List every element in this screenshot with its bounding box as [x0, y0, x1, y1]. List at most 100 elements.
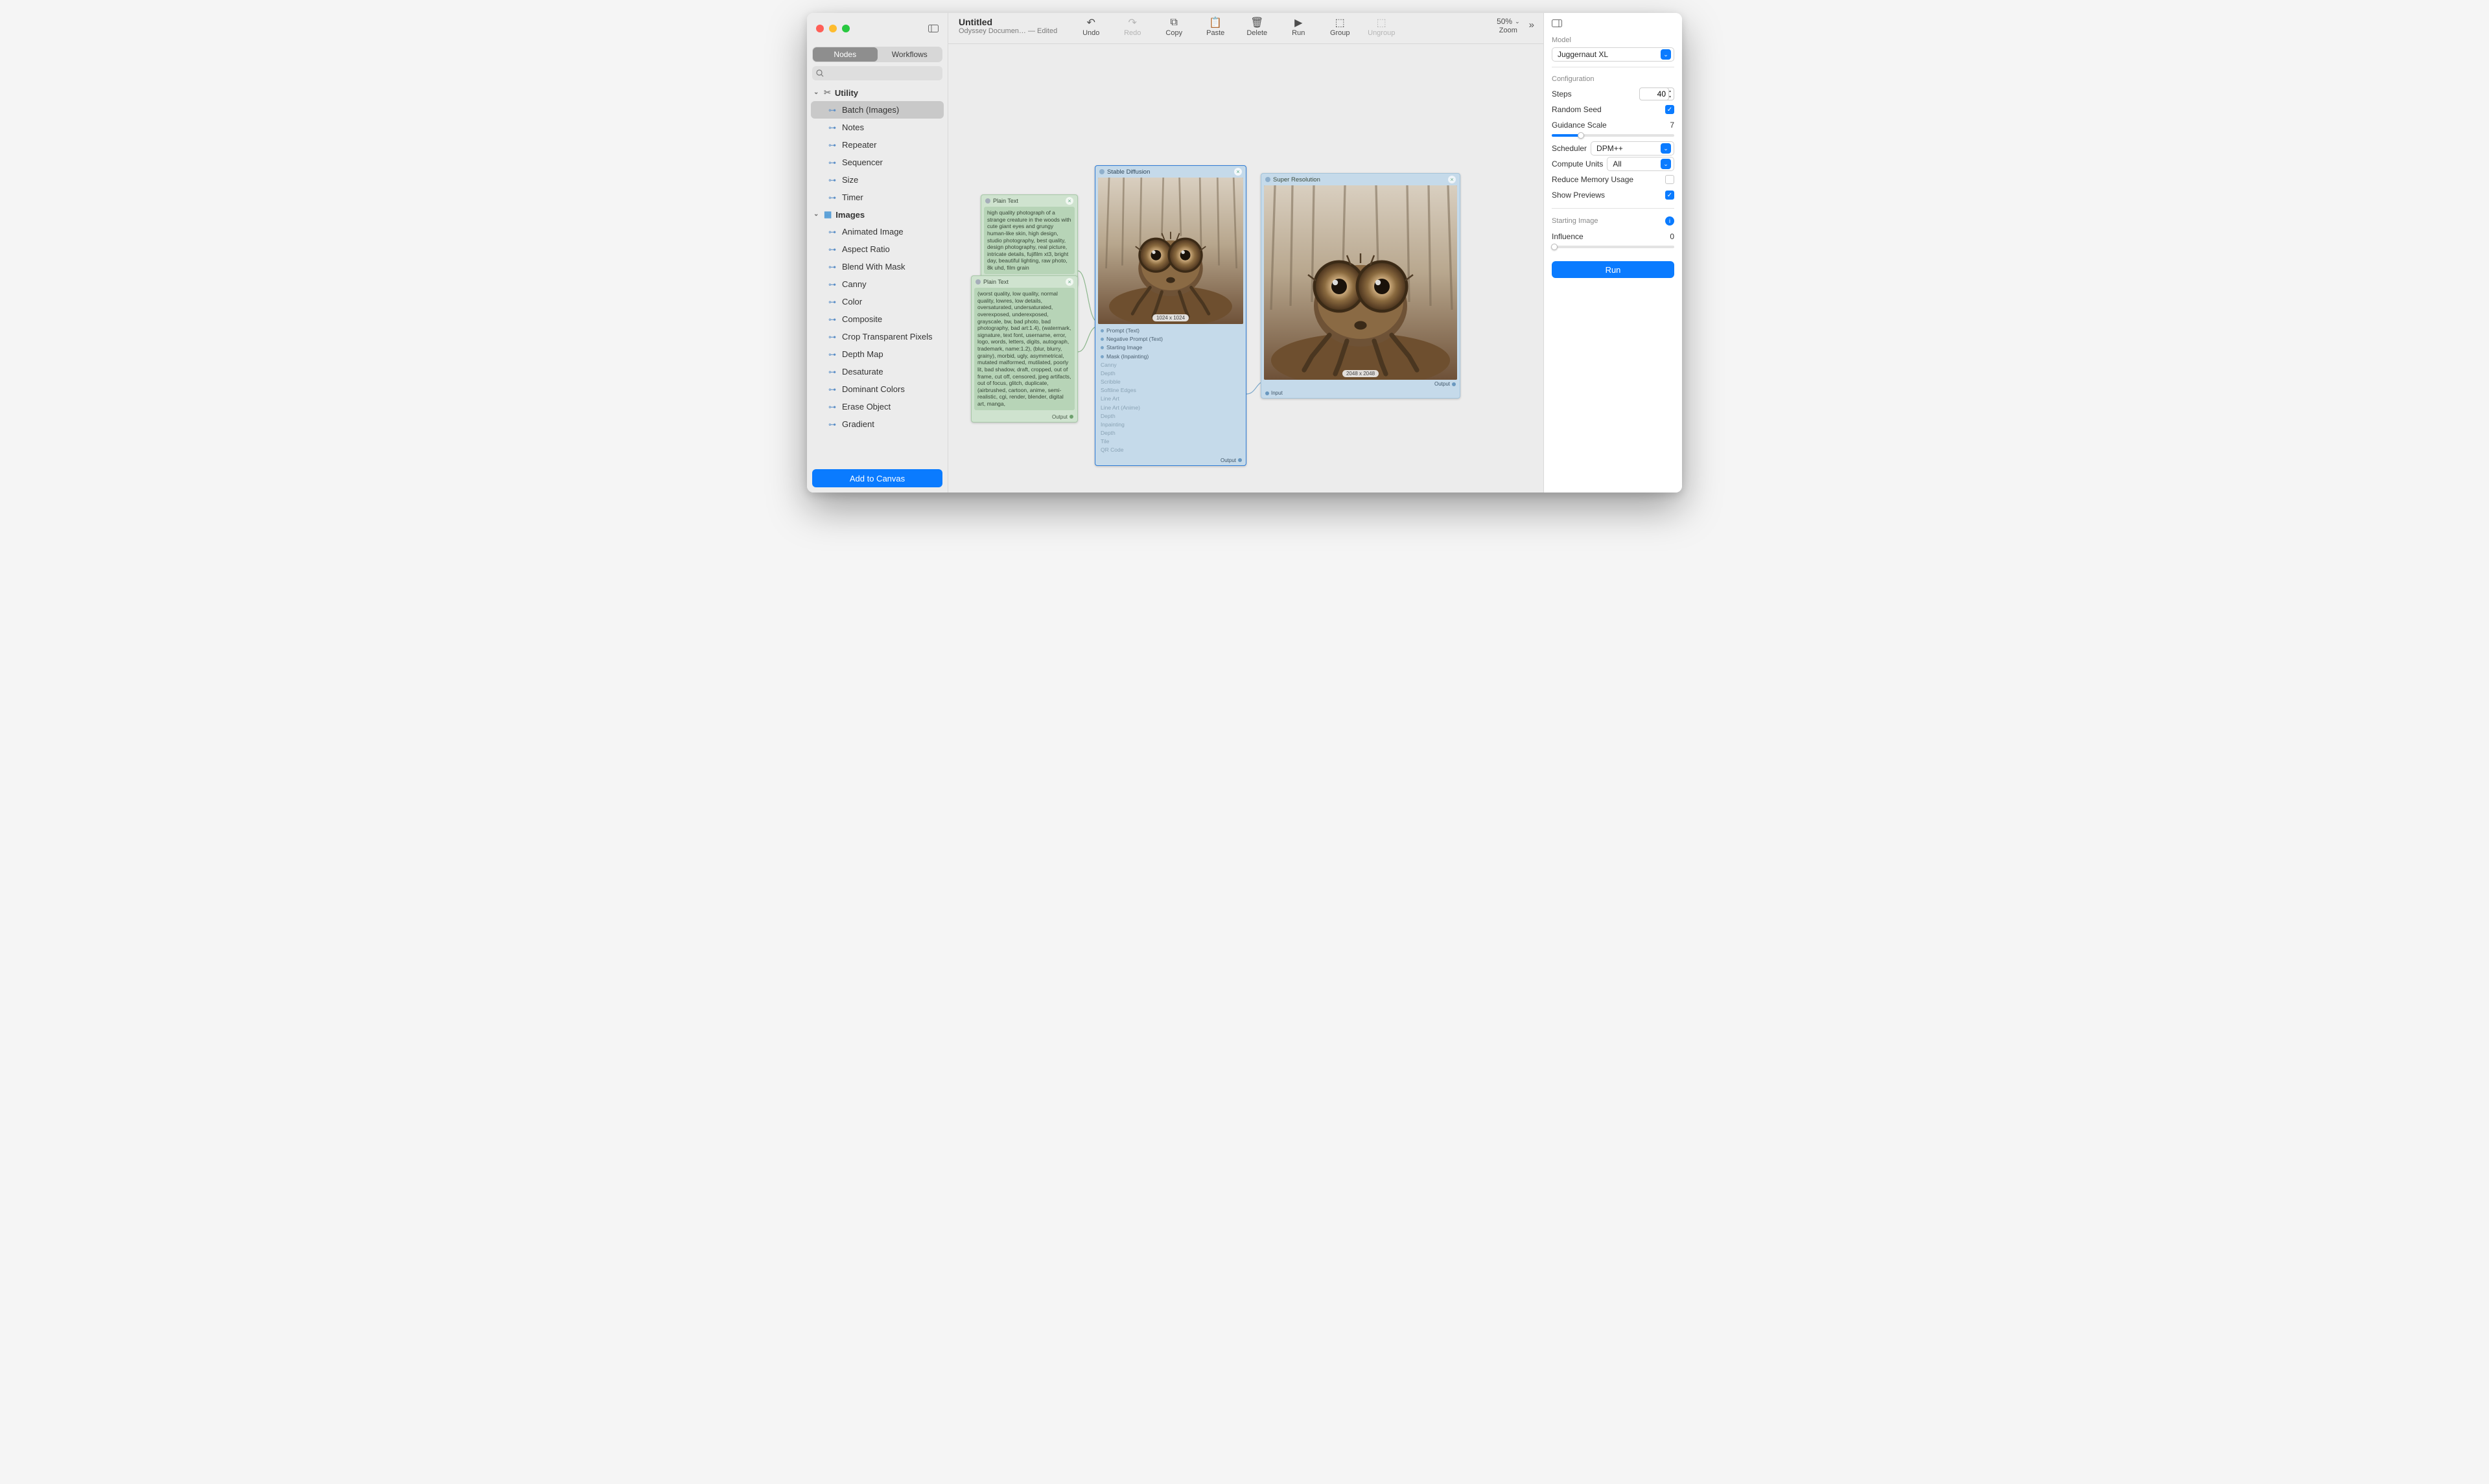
- input-port[interactable]: [1265, 391, 1269, 395]
- negative-prompt-text[interactable]: (worst quality, low quality, normal qual…: [974, 288, 1075, 410]
- run-button[interactable]: ▶Run: [1279, 17, 1318, 37]
- search-icon: [816, 69, 824, 77]
- influence-slider[interactable]: [1552, 246, 1674, 248]
- toggle-sidebar-icon[interactable]: [928, 25, 939, 32]
- output-port[interactable]: [1452, 382, 1456, 386]
- node-canny[interactable]: ⊶Canny: [811, 275, 944, 293]
- node-icon: ⊶: [828, 280, 837, 289]
- steps-field: Steps ▴▾: [1552, 86, 1674, 102]
- node-size[interactable]: ⊶Size: [811, 171, 944, 189]
- close-icon[interactable]: ×: [1066, 197, 1073, 205]
- tab-workflows[interactable]: Workflows: [878, 47, 942, 62]
- close-icon[interactable]: ×: [1448, 176, 1456, 183]
- close-icon[interactable]: ×: [1234, 168, 1242, 176]
- paste-button[interactable]: 📋Paste: [1196, 17, 1235, 37]
- model-select[interactable]: Juggernaut XL ⌄: [1552, 47, 1674, 62]
- show-previews-checkbox[interactable]: ✓: [1665, 191, 1674, 200]
- sd-preview-image: 1024 x 1024: [1098, 178, 1243, 324]
- section-starting-image: Starting Image i: [1552, 216, 1674, 226]
- node-tree[interactable]: ⌄ ✂ Utility ⊶Batch (Images) ⊶Notes ⊶Repe…: [807, 83, 948, 464]
- prompt-text[interactable]: high quality photograph of a strange cre…: [984, 207, 1075, 274]
- node-icon: ⊶: [828, 262, 837, 272]
- node-icon: ⊶: [828, 123, 837, 132]
- delete-button[interactable]: 🗑Delete: [1237, 17, 1276, 37]
- info-icon[interactable]: i: [1665, 216, 1674, 226]
- inspector: Model Juggernaut XL ⌄ Configuration Step…: [1543, 13, 1682, 493]
- node-crop-transparent[interactable]: ⊶Crop Transparent Pixels: [811, 328, 944, 345]
- node-dominant-colors[interactable]: ⊶Dominant Colors: [811, 380, 944, 398]
- group-label: Utility: [835, 88, 858, 98]
- section-model: Model: [1552, 36, 1674, 44]
- redo-button[interactable]: ↷Redo: [1113, 17, 1152, 37]
- random-seed-checkbox[interactable]: ✓: [1665, 105, 1674, 114]
- input-port[interactable]: [1101, 355, 1104, 358]
- utility-icon: ✂: [824, 87, 831, 98]
- node-aspect-ratio[interactable]: ⊶Aspect Ratio: [811, 240, 944, 258]
- node-icon: ⊶: [828, 176, 837, 185]
- toolbar-overflow-icon[interactable]: »: [1526, 17, 1537, 30]
- tab-nodes[interactable]: Nodes: [813, 47, 878, 62]
- chevron-down-icon: ⌄: [813, 89, 820, 96]
- node-repeater[interactable]: ⊶Repeater: [811, 136, 944, 154]
- random-seed-field: Random Seed ✓: [1552, 102, 1674, 117]
- node-blend-with-mask[interactable]: ⊶Blend With Mask: [811, 258, 944, 275]
- node-type-icon: [1099, 169, 1104, 174]
- inspector-toggle-icon[interactable]: [1552, 13, 1674, 30]
- canvas-node-stable-diffusion[interactable]: Stable Diffusion×: [1095, 165, 1246, 466]
- group-utility[interactable]: ⌄ ✂ Utility: [811, 84, 944, 101]
- play-icon: ▶: [1294, 17, 1302, 29]
- input-port[interactable]: [1101, 346, 1104, 349]
- output-port[interactable]: [1238, 458, 1242, 462]
- scheduler-select[interactable]: DPM++ ⌄: [1591, 141, 1674, 156]
- maximize-window-icon[interactable]: [842, 25, 850, 32]
- sidebar-tabs[interactable]: Nodes Workflows: [812, 47, 942, 62]
- node-composite[interactable]: ⊶Composite: [811, 310, 944, 328]
- node-depth-map[interactable]: ⊶Depth Map: [811, 345, 944, 363]
- guidance-slider[interactable]: [1552, 134, 1674, 137]
- zoom-control[interactable]: 50%⌄ Zoom: [1497, 17, 1520, 34]
- node-erase-object[interactable]: ⊶Erase Object: [811, 398, 944, 415]
- canvas-node-prompt[interactable]: Plain Text× high quality photograph of a…: [981, 194, 1078, 286]
- node-gradient[interactable]: ⊶Gradient: [811, 415, 944, 433]
- chevron-down-icon: ⌄: [1515, 18, 1520, 25]
- node-icon: ⊶: [828, 245, 837, 254]
- close-window-icon[interactable]: [816, 25, 824, 32]
- guidance-value: 7: [1644, 121, 1674, 130]
- title-block: Untitled Odyssey Documen… — Edited: [959, 17, 1057, 35]
- input-port[interactable]: [1101, 338, 1104, 341]
- group-button[interactable]: ⬚Group: [1320, 17, 1359, 37]
- node-animated-image[interactable]: ⊶Animated Image: [811, 223, 944, 240]
- node-batch-images[interactable]: ⊶Batch (Images): [811, 101, 944, 119]
- run-button[interactable]: Run: [1552, 261, 1674, 278]
- search-input[interactable]: [812, 66, 942, 80]
- input-port[interactable]: [1101, 329, 1104, 332]
- node-notes[interactable]: ⊶Notes: [811, 119, 944, 136]
- undo-button[interactable]: ↶Undo: [1071, 17, 1110, 37]
- steps-input[interactable]: [1639, 87, 1669, 100]
- node-sequencer[interactable]: ⊶Sequencer: [811, 154, 944, 171]
- paste-icon: 📋: [1209, 17, 1222, 29]
- sd-inputs: Prompt (Text) Negative Prompt (Text) Sta…: [1095, 324, 1246, 456]
- window-controls[interactable]: [816, 25, 850, 32]
- copy-button[interactable]: ⧉Copy: [1154, 17, 1193, 37]
- node-icon: ⊶: [828, 227, 837, 237]
- close-icon[interactable]: ×: [1066, 278, 1073, 286]
- node-type-icon: [985, 198, 990, 203]
- node-timer[interactable]: ⊶Timer: [811, 189, 944, 206]
- node-color[interactable]: ⊶Color: [811, 293, 944, 310]
- ungroup-button[interactable]: ⬚Ungroup: [1362, 17, 1401, 37]
- output-port[interactable]: [1069, 415, 1073, 419]
- canvas-node-negative-prompt[interactable]: Plain Text× (worst quality, low quality,…: [971, 275, 1078, 423]
- steps-stepper[interactable]: ▴▾: [1666, 87, 1674, 100]
- canvas[interactable]: Plain Text× high quality photograph of a…: [948, 44, 1543, 493]
- group-images[interactable]: ⌄ ▦ Images: [811, 206, 944, 223]
- compute-units-select[interactable]: All ⌄: [1607, 157, 1674, 171]
- group-icon: ⬚: [1335, 17, 1345, 29]
- reduce-memory-checkbox[interactable]: [1665, 175, 1674, 184]
- minimize-window-icon[interactable]: [829, 25, 837, 32]
- add-to-canvas-button[interactable]: Add to Canvas: [812, 469, 942, 487]
- node-desaturate[interactable]: ⊶Desaturate: [811, 363, 944, 380]
- canvas-node-super-resolution[interactable]: Super Resolution×: [1261, 173, 1460, 399]
- copy-icon: ⧉: [1171, 17, 1178, 29]
- dimensions-badge: 1024 x 1024: [1152, 314, 1189, 321]
